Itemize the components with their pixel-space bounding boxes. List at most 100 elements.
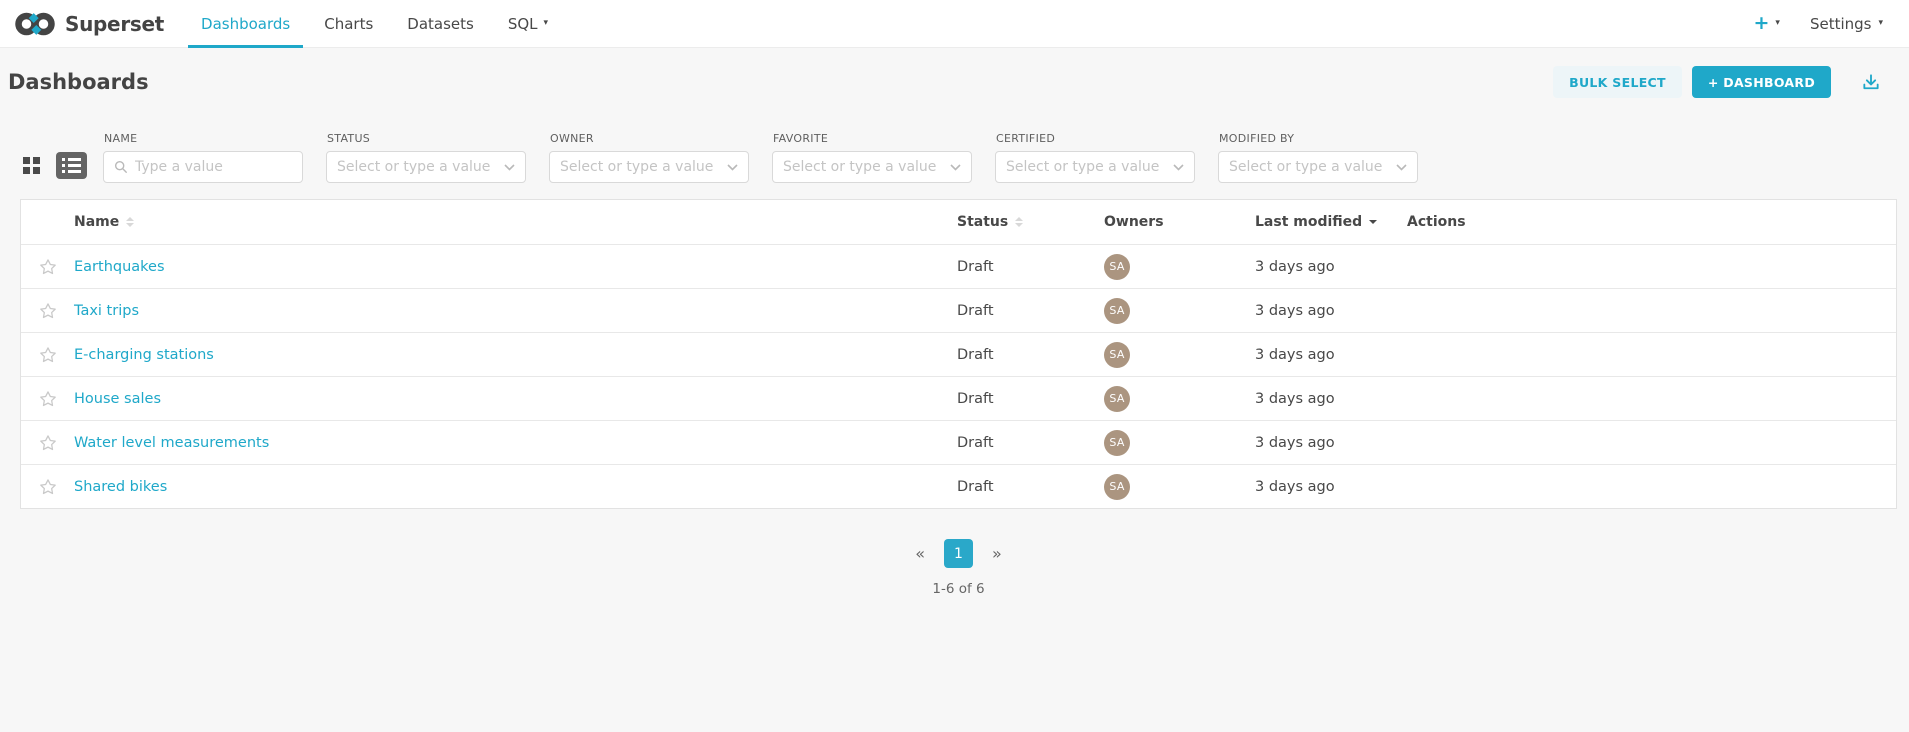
name-search-box: [103, 151, 303, 183]
owner-avatar[interactable]: SA: [1104, 342, 1130, 368]
new-item-menu-button[interactable]: + ▾: [1753, 14, 1779, 33]
filter-favorite: FAVORITE Select or type a value: [772, 132, 972, 183]
last-modified-text: 3 days ago: [1255, 435, 1335, 451]
select-placeholder: Select or type a value: [560, 159, 713, 175]
grid-icon: [23, 157, 40, 174]
import-dashboards-button[interactable]: [1857, 68, 1885, 96]
page-header: Dashboards BULK SELECT + DASHBOARD: [8, 48, 1897, 114]
nav-item-charts[interactable]: Charts: [307, 0, 390, 47]
filter-modified-by: MODIFIED BY Select or type a value: [1218, 132, 1418, 183]
owner-avatar[interactable]: SA: [1104, 474, 1130, 500]
select-placeholder: Select or type a value: [337, 159, 490, 175]
nav-item-datasets[interactable]: Datasets: [390, 0, 491, 47]
dashboard-name-link[interactable]: Earthquakes: [74, 259, 165, 275]
status-text: Draft: [957, 391, 994, 407]
caret-down-icon: ▾: [1775, 19, 1780, 28]
star-outline-icon: [39, 434, 57, 452]
dashboard-name-link[interactable]: E-charging stations: [74, 347, 214, 363]
status-filter-select[interactable]: Select or type a value: [326, 151, 526, 183]
favorite-star-button[interactable]: [37, 476, 59, 498]
filter-label: NAME: [104, 132, 303, 145]
owner-filter-select[interactable]: Select or type a value: [549, 151, 749, 183]
table-header-row: Name Status Owners Last modified Actions: [21, 200, 1896, 244]
favorite-star-button[interactable]: [37, 388, 59, 410]
nav-item-dashboards[interactable]: Dashboards: [184, 0, 307, 47]
filter-label: STATUS: [327, 132, 526, 145]
settings-menu-button[interactable]: Settings ▾: [1810, 15, 1883, 33]
last-modified-text: 3 days ago: [1255, 479, 1335, 495]
bulk-select-button[interactable]: BULK SELECT: [1553, 66, 1682, 98]
favorite-star-button[interactable]: [37, 256, 59, 278]
column-header-name[interactable]: Name: [74, 214, 957, 230]
chevron-down-icon: [504, 164, 515, 171]
main-nav: Dashboards Charts Datasets SQL ▾: [184, 0, 565, 47]
last-modified-text: 3 days ago: [1255, 259, 1335, 275]
superset-logo[interactable]: Superset: [14, 0, 164, 47]
owner-avatar[interactable]: SA: [1104, 254, 1130, 280]
pagination: « 1 »: [20, 539, 1897, 568]
star-outline-icon: [39, 478, 57, 496]
caret-down-icon: ▾: [1878, 19, 1883, 28]
owner-avatar[interactable]: SA: [1104, 386, 1130, 412]
filter-status: STATUS Select or type a value: [326, 132, 526, 183]
favorite-star-button[interactable]: [37, 432, 59, 454]
page-1-button[interactable]: 1: [944, 539, 973, 568]
page-title: Dashboards: [8, 70, 149, 94]
top-navbar: Superset Dashboards Charts Datasets SQL …: [0, 0, 1909, 48]
star-outline-icon: [39, 346, 57, 364]
chevron-down-icon: [1396, 164, 1407, 171]
navbar-right: + ▾ Settings ▾: [1753, 0, 1883, 47]
brand-name: Superset: [65, 12, 164, 36]
certified-filter-select[interactable]: Select or type a value: [995, 151, 1195, 183]
dashboard-name-link[interactable]: Water level measurements: [74, 435, 269, 451]
chevron-down-icon: [1173, 164, 1184, 171]
sort-desc-icon: [1369, 220, 1377, 224]
name-filter-input[interactable]: [135, 159, 292, 175]
list-view-button[interactable]: [56, 152, 87, 179]
modified-by-filter-select[interactable]: Select or type a value: [1218, 151, 1418, 183]
status-text: Draft: [957, 479, 994, 495]
card-view-button[interactable]: [16, 152, 47, 179]
star-outline-icon: [39, 258, 57, 276]
filter-label: MODIFIED BY: [1219, 132, 1418, 145]
column-header-status[interactable]: Status: [957, 214, 1104, 230]
next-page-button[interactable]: »: [986, 542, 1008, 565]
settings-label: Settings: [1810, 15, 1872, 33]
last-modified-text: 3 days ago: [1255, 303, 1335, 319]
owner-avatar[interactable]: SA: [1104, 298, 1130, 324]
prev-page-button[interactable]: «: [909, 542, 931, 565]
nav-item-sql[interactable]: SQL ▾: [491, 0, 565, 47]
favorite-filter-select[interactable]: Select or type a value: [772, 151, 972, 183]
filter-owner: OWNER Select or type a value: [549, 132, 749, 183]
dashboard-name-link[interactable]: Taxi trips: [74, 303, 139, 319]
favorite-star-button[interactable]: [37, 344, 59, 366]
owner-avatar[interactable]: SA: [1104, 430, 1130, 456]
new-dashboard-button[interactable]: + DASHBOARD: [1692, 66, 1831, 98]
table-row: Earthquakes Draft SA 3 days ago: [21, 244, 1896, 288]
dashboards-table: Name Status Owners Last modified Actions: [20, 199, 1897, 509]
column-label: Name: [74, 214, 119, 230]
column-header-last-modified[interactable]: Last modified: [1255, 214, 1407, 230]
last-modified-text: 3 days ago: [1255, 347, 1335, 363]
nav-item-label: SQL: [508, 15, 538, 33]
table-row: Shared bikes Draft SA 3 days ago: [21, 464, 1896, 508]
column-label: Last modified: [1255, 214, 1362, 230]
dashboard-name-link[interactable]: Shared bikes: [74, 479, 167, 495]
filter-certified: CERTIFIED Select or type a value: [995, 132, 1195, 183]
star-outline-icon: [39, 302, 57, 320]
dashboard-name-link[interactable]: House sales: [74, 391, 161, 407]
star-outline-icon: [39, 390, 57, 408]
sort-icon: [1015, 217, 1023, 227]
column-label: Owners: [1104, 214, 1164, 230]
view-toggles: [16, 152, 87, 179]
chevron-down-icon: [727, 164, 738, 171]
header-actions: BULK SELECT + DASHBOARD: [1553, 66, 1897, 98]
status-text: Draft: [957, 347, 994, 363]
table-body: Earthquakes Draft SA 3 days ago Taxi tri…: [21, 244, 1896, 508]
pagination-summary: 1-6 of 6: [20, 581, 1897, 597]
select-placeholder: Select or type a value: [783, 159, 936, 175]
favorite-star-button[interactable]: [37, 300, 59, 322]
pagination-section: « 1 » 1-6 of 6: [20, 539, 1897, 597]
status-text: Draft: [957, 259, 994, 275]
select-placeholder: Select or type a value: [1229, 159, 1382, 175]
